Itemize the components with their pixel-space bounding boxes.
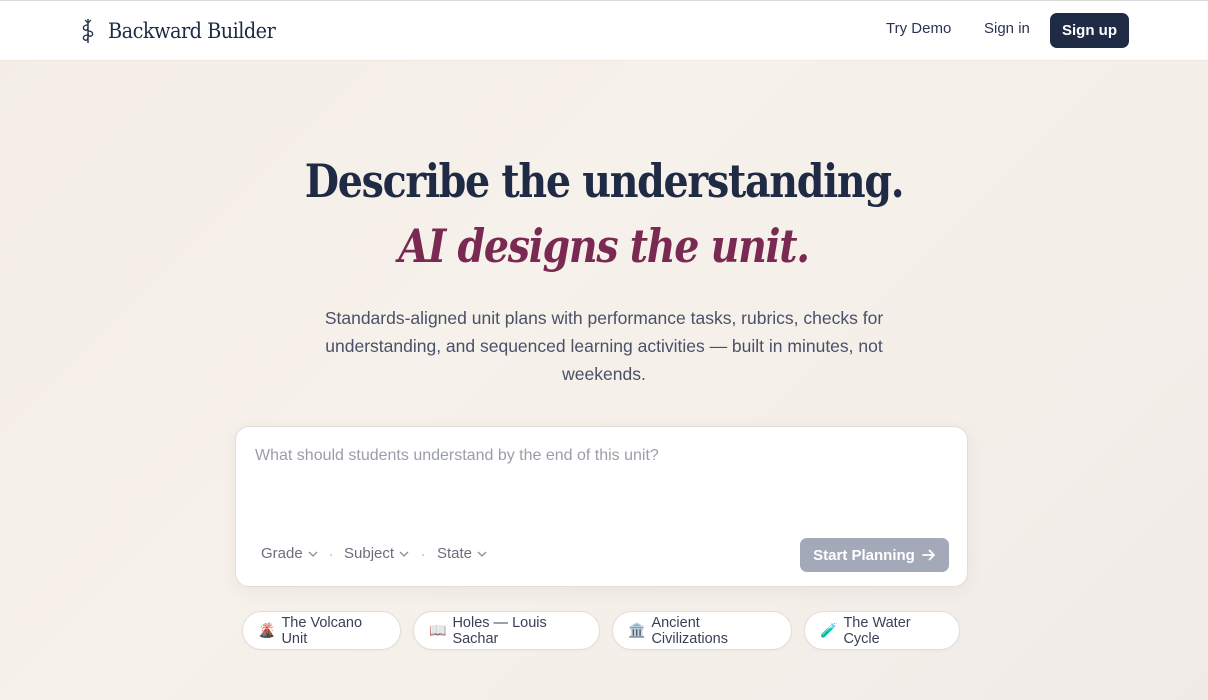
- open-book-icon: 📖: [429, 622, 447, 638]
- subject-select-label: Subject: [344, 545, 395, 562]
- sprout-logo-icon: [82, 19, 94, 43]
- arrow-right-icon: [921, 549, 935, 561]
- sign-in-link[interactable]: Sign in: [984, 20, 1030, 37]
- hero-headline-text: Describe the understanding.: [304, 154, 905, 208]
- example-chip-volcano[interactable]: 🌋 The Volcano Unit: [242, 611, 401, 650]
- classical-building-icon: 🏛️: [628, 622, 646, 638]
- subject-select[interactable]: Subject: [344, 545, 409, 562]
- chevron-down-icon: [477, 551, 487, 557]
- start-planning-label: Start Planning: [813, 546, 915, 564]
- chevron-down-icon: [399, 551, 409, 557]
- hero-tagline: AI designs the unit.: [0, 219, 1208, 273]
- grade-select[interactable]: Grade: [261, 545, 318, 562]
- hero-subtitle: Standards-aligned unit plans with perfor…: [324, 308, 884, 384]
- example-chip-label: The Volcano Unit: [281, 614, 363, 647]
- state-select-label: State: [437, 545, 473, 562]
- separator-dot: [422, 554, 424, 556]
- sign-up-button[interactable]: Sign up: [1050, 13, 1129, 48]
- hero-tagline-text: AI designs the unit.: [398, 219, 811, 273]
- state-select[interactable]: State: [437, 545, 487, 562]
- test-tube-icon: 🧪: [820, 622, 838, 638]
- understanding-prompt-input[interactable]: [255, 447, 945, 527]
- example-chip-ancient-civilizations[interactable]: 🏛️ Ancient Civilizations: [612, 611, 792, 650]
- separator-dot: [330, 554, 332, 556]
- example-chip-label: Holes — Louis Sachar: [452, 614, 547, 647]
- brand-logo[interactable]: Backward Builder: [78, 15, 290, 47]
- example-chip-water-cycle[interactable]: 🧪 The Water Cycle: [804, 611, 960, 650]
- chevron-down-icon: [308, 551, 318, 557]
- start-planning-button[interactable]: Start Planning: [800, 538, 949, 572]
- top-nav: Backward Builder Try Demo Sign in Sign u…: [0, 1, 1208, 61]
- try-demo-link[interactable]: Try Demo: [886, 20, 951, 37]
- example-chip-label: The Water Cycle: [843, 614, 911, 647]
- prompt-card: Grade Subject State Start Planning: [235, 426, 968, 587]
- brand-name: Backward Builder: [108, 19, 276, 43]
- example-chip-label: Ancient Civilizations: [651, 614, 728, 647]
- example-chip-holes[interactable]: 📖 Holes — Louis Sachar: [413, 611, 600, 650]
- grade-select-label: Grade: [261, 545, 303, 562]
- hero-headline: Describe the understanding.: [0, 154, 1208, 208]
- volcano-icon: 🌋: [258, 622, 276, 638]
